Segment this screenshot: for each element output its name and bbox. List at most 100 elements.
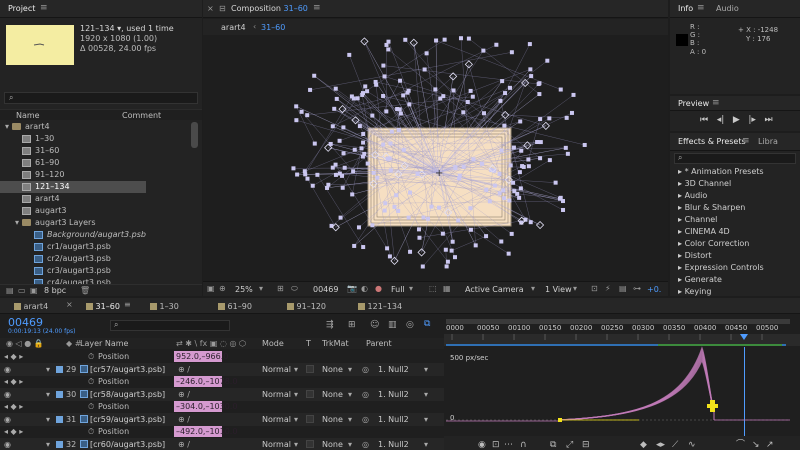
menu-icon[interactable]: ≡ [697, 3, 705, 13]
menu-icon[interactable]: ≡ [313, 3, 321, 13]
edit-keyframe-icon[interactable]: ◆ [640, 440, 647, 450]
snap-icon[interactable]: ∩ [520, 440, 527, 450]
trkmat-dropdown[interactable]: None [322, 439, 343, 450]
fit-selection-icon[interactable]: ⧉ [550, 440, 557, 450]
eye-icon[interactable]: ◉ [4, 363, 11, 376]
camera-dropdown[interactable]: Active Camera [465, 285, 524, 294]
show-snapshot-icon[interactable]: ◐ [361, 284, 368, 293]
effect-category[interactable]: ▸ Distort [678, 251, 712, 260]
mode-dropdown[interactable]: Normal [262, 389, 291, 400]
expand-triangle-icon[interactable]: ▾ [46, 388, 50, 401]
libraries-tab[interactable]: Libra [758, 137, 778, 146]
column-layer-name[interactable]: Layer Name [80, 339, 128, 348]
selected-item-name[interactable]: 121–134 ▾ [80, 24, 121, 33]
easy-ease-icon[interactable]: ⌒ [736, 439, 745, 450]
pickwhip-icon[interactable]: ◎ [362, 388, 369, 401]
layer-row[interactable]: ◉ ▾ 30 [cr58/augart3.psb] ⊕ / Normal ▾ None ▾ ◎ 1.… [0, 387, 444, 401]
fit-all-icon[interactable]: ⤢ [565, 440, 573, 450]
property-row[interactable]: ◂ ◆ ▸ ⏱ Position –246.0,–1078.0 [0, 375, 444, 388]
eye-icon[interactable]: ◉ [478, 440, 486, 450]
list-item-selected[interactable]: 121–134 [0, 181, 146, 193]
effect-category[interactable]: ▸ Color Correction [678, 239, 749, 248]
close-icon[interactable]: × [66, 300, 73, 309]
list-item[interactable]: cr2/augart3.psb [0, 253, 190, 265]
layer-name[interactable]: [cr60/augart3.psb] [90, 438, 165, 450]
keyframe-nav-icon[interactable]: ◂ ◆ ▸ [4, 400, 23, 413]
flowchart-icon[interactable]: ⊶ [633, 284, 641, 293]
project-scrollbar[interactable] [191, 122, 198, 148]
property-value[interactable]: –492.0,–1010.0 [174, 426, 237, 437]
preview-tab[interactable]: Preview [678, 99, 709, 108]
list-item[interactable]: 1–30 [0, 133, 190, 145]
info-tab[interactable]: Info [678, 4, 693, 13]
toggle-pixel-aspect-icon[interactable]: ⊡ [591, 284, 598, 293]
layer-name[interactable]: [cr59/augart3.psb] [90, 413, 165, 426]
list-item[interactable]: arart4 [0, 193, 190, 205]
keyframe-nav-icon[interactable]: ◂ ◆ ▸ [4, 425, 23, 438]
column-t[interactable]: T [306, 339, 311, 348]
label-color-icon[interactable] [56, 390, 63, 398]
close-icon[interactable]: × [207, 4, 214, 13]
stopwatch-icon[interactable]: ⏱ [88, 350, 94, 363]
current-time-display[interactable]: 00469 [313, 285, 338, 294]
draft-3d-icon[interactable]: ⊞ [348, 320, 356, 330]
layer-name[interactable]: [cr58/augart3.psb] [90, 388, 165, 401]
mode-dropdown[interactable]: Normal [262, 439, 291, 450]
region-of-interest-icon[interactable]: ⬚ [429, 284, 437, 293]
list-item[interactable]: cr3/augart3.psb [0, 265, 190, 277]
resolution-dropdown[interactable]: Full [391, 285, 405, 294]
composition-tab[interactable]: Composition 31–60 [231, 4, 308, 13]
effect-category[interactable]: ▸ Keying [678, 287, 711, 296]
audio-tab[interactable]: Audio [716, 4, 739, 13]
quality-switch-icon[interactable]: ⊕ / [178, 363, 190, 376]
graph-type-icon[interactable]: ⊡ [492, 440, 500, 450]
separate-dimensions-icon[interactable]: ⊟ [582, 440, 590, 450]
parent-dropdown[interactable]: 1. Null2 [378, 389, 409, 400]
menu-icon[interactable]: ≡ [742, 136, 750, 146]
timeline-tab[interactable]: 91–120 [287, 302, 326, 311]
project-search-input[interactable]: ⌕ [4, 92, 198, 104]
property-value[interactable]: 952.0,–966.0 [174, 351, 228, 362]
composition-mini-flowchart-icon[interactable]: ⇶ [326, 320, 334, 330]
grid-icon[interactable]: ⊞ [277, 284, 284, 293]
keyframe-nav-icon[interactable]: ◂ ◆ ▸ [4, 350, 23, 363]
list-item[interactable]: Background/augart3.psb [0, 229, 190, 241]
property-row[interactable]: ◂ ◆ ▸ ⏱ Position –304.0,–1030.0 [0, 400, 444, 413]
bpc-toggle[interactable]: 8 bpc [44, 286, 66, 295]
play-icon[interactable]: ▶ [733, 115, 740, 125]
effect-category[interactable]: ▸ 3D Channel [678, 179, 731, 188]
property-row[interactable]: ◂ ◆ ▸ ⏱ Position –492.0,–1010.0 [0, 425, 444, 438]
list-item[interactable]: 91–120 [0, 169, 190, 181]
next-frame-icon[interactable]: |▸ [748, 115, 756, 125]
trkmat-dropdown[interactable]: None [322, 364, 343, 375]
list-item[interactable]: ▾ augart3 Layers [0, 217, 190, 229]
layer-row[interactable]: ◉ ▾ 32 [cr60/augart3.psb] ⊕ / Normal ▾ None ▾ ◎ 1.… [0, 437, 444, 450]
previous-frame-icon[interactable]: ◂| [717, 115, 725, 125]
preserve-transparency-checkbox[interactable] [306, 414, 314, 423]
timeline-tab[interactable]: 61–90 [218, 302, 252, 311]
magnification-dropdown[interactable]: 25% [235, 285, 253, 294]
list-item[interactable]: 61–90 [0, 157, 190, 169]
safe-zones-icon[interactable]: ⊕ [219, 284, 226, 293]
preserve-transparency-checkbox[interactable] [306, 364, 314, 373]
expand-triangle-icon[interactable]: ▾ [2, 121, 12, 133]
timeline-icon[interactable]: ▤ [619, 284, 627, 293]
always-preview-icon[interactable]: ▣ [207, 284, 215, 293]
layer-row[interactable]: ◉ ▾ 29 [cr57/augart3.psb] ⊕ / Normal ▾ None ▾ ◎ 1.… [0, 362, 444, 376]
project-tab[interactable]: Project [8, 4, 35, 13]
linear-icon[interactable]: ⟋ [672, 440, 679, 450]
property-row[interactable]: ◂ ◆ ▸ ⏱ Position 952.0,–966.0 [0, 350, 444, 363]
stopwatch-icon[interactable]: ⏱ [88, 425, 94, 438]
color-channel-icon[interactable]: ● [375, 284, 382, 293]
hold-icon[interactable]: ◂▸ [656, 440, 666, 450]
mode-dropdown[interactable]: Normal [262, 364, 291, 375]
preserve-transparency-checkbox[interactable] [306, 389, 314, 398]
eye-icon[interactable]: ◉ [4, 413, 11, 426]
effect-category[interactable]: ▸ Expression Controls [678, 263, 764, 272]
menu-icon[interactable]: ≡ [712, 98, 720, 108]
auto-bezier-icon[interactable]: ∿ [688, 440, 696, 450]
trkmat-dropdown[interactable]: None [322, 389, 343, 400]
graph-editor[interactable]: 0000 00050 00100 00150 00200 00250 00300 00350 0… [444, 316, 800, 450]
parent-dropdown[interactable]: 1. Null2 [378, 364, 409, 375]
parent-dropdown[interactable]: 1. Null2 [378, 439, 409, 450]
